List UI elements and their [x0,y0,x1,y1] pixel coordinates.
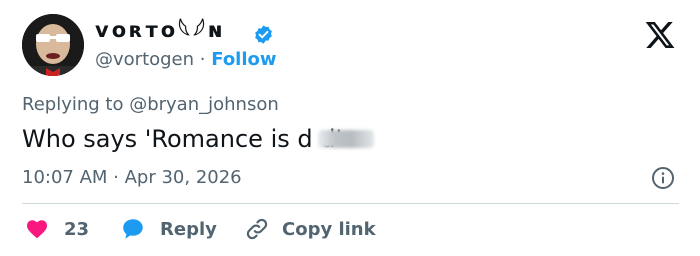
censor-blur [318,130,374,148]
timestamp[interactable]: 10:07 AM · Apr 30, 2026 [22,166,242,190]
info-icon[interactable] [651,166,675,190]
handle-row: @vortogen · Follow [95,48,277,72]
verified-badge-icon [255,25,272,44]
divider [22,203,679,204]
reply-label: Reply [160,218,217,240]
handle[interactable]: @vortogen [95,49,194,70]
replying-to: Replying to @bryan_johnson [22,94,279,115]
link-icon [246,218,268,240]
reply-bubble-icon [123,219,143,239]
follow-button[interactable]: Follow [211,49,276,70]
copy-link-label: Copy link [282,218,376,240]
display-name[interactable]: ᴠᴏʀᴛᴏ𓆩𓆪ɴ [95,16,226,44]
like-count: 23 [64,218,90,240]
x-logo-icon[interactable] [644,19,676,51]
copy-link-button[interactable]: Copy link [244,214,376,244]
avatar[interactable] [22,14,84,76]
tweet-text: Who says 'Romance is d d' [22,125,343,153]
reply-button[interactable]: Reply [120,214,217,244]
separator: · [199,49,206,70]
heart-icon [27,220,47,239]
like-button[interactable]: 23 [24,214,89,244]
